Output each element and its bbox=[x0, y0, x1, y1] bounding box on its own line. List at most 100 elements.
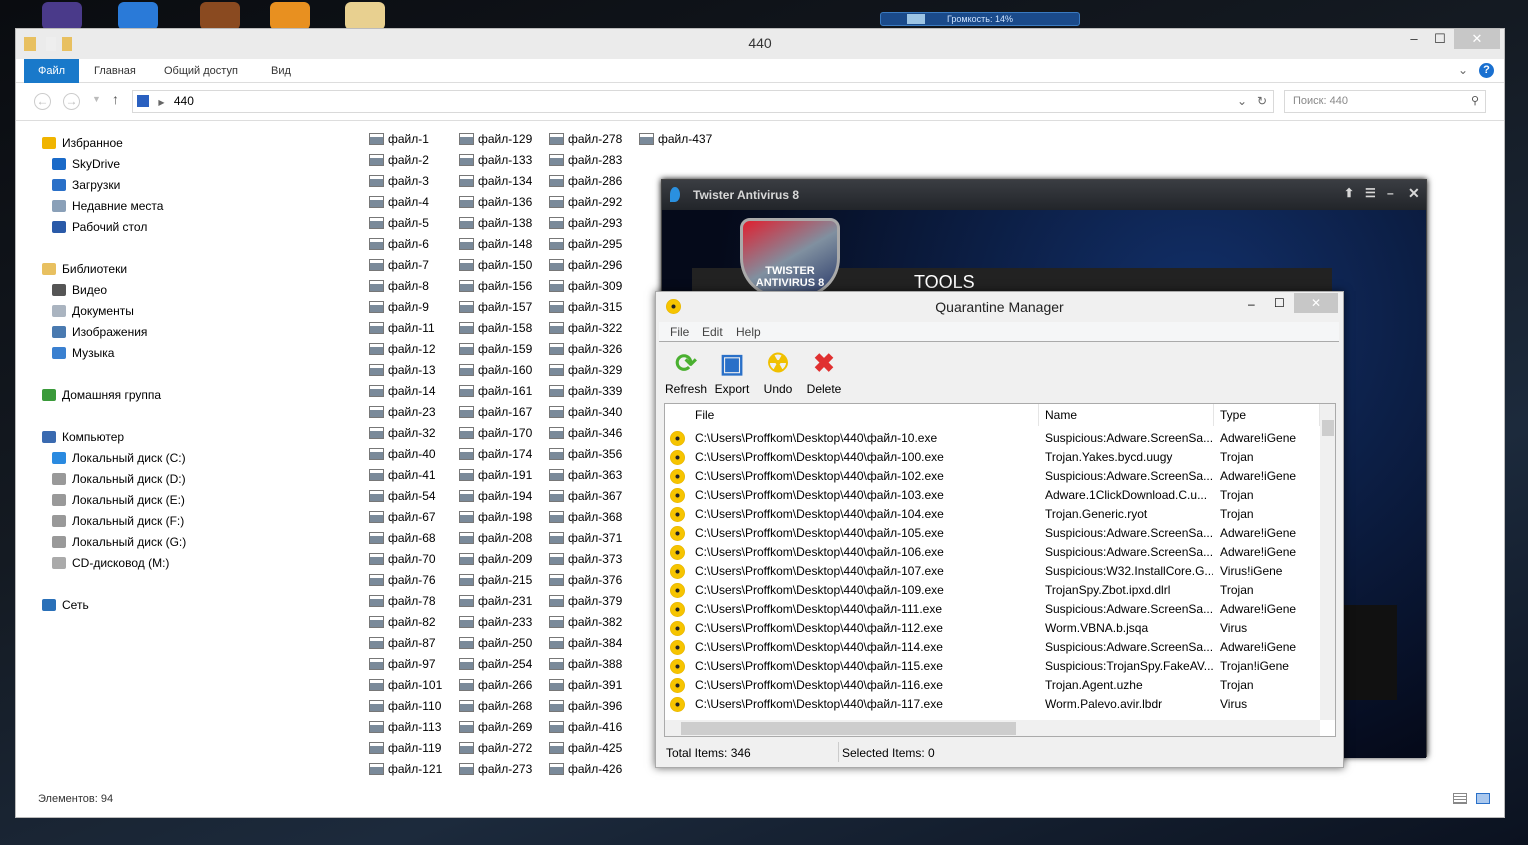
table-row[interactable]: C:\Users\Proffkom\Desktop\440\файл-112.e… bbox=[665, 619, 1320, 638]
file-item[interactable]: файл-3 bbox=[369, 171, 429, 191]
file-item[interactable]: файл-363 bbox=[549, 465, 622, 485]
file-item[interactable]: файл-209 bbox=[459, 549, 532, 569]
file-item[interactable]: файл-148 bbox=[459, 234, 532, 254]
file-item[interactable]: файл-133 bbox=[459, 150, 532, 170]
table-row[interactable]: C:\Users\Proffkom\Desktop\440\файл-105.e… bbox=[665, 524, 1320, 543]
file-item[interactable]: файл-41 bbox=[369, 465, 436, 485]
file-item[interactable]: файл-174 bbox=[459, 444, 532, 464]
file-item[interactable]: файл-379 bbox=[549, 591, 622, 611]
file-item[interactable]: файл-233 bbox=[459, 612, 532, 632]
file-item[interactable]: файл-194 bbox=[459, 486, 532, 506]
file-item[interactable]: файл-167 bbox=[459, 402, 532, 422]
file-item[interactable]: файл-292 bbox=[549, 192, 622, 212]
desktop-app-icon[interactable] bbox=[270, 2, 310, 30]
file-item[interactable]: файл-12 bbox=[369, 339, 436, 359]
file-item[interactable]: файл-339 bbox=[549, 381, 622, 401]
file-item[interactable]: файл-396 bbox=[549, 696, 622, 716]
maximize-button[interactable]: ☐ bbox=[1274, 296, 1285, 310]
table-row[interactable]: C:\Users\Proffkom\Desktop\440\файл-10.ex… bbox=[665, 429, 1320, 448]
menu-edit[interactable]: Edit bbox=[702, 325, 723, 339]
close-button[interactable]: ✕ bbox=[1294, 293, 1338, 313]
file-item[interactable]: файл-254 bbox=[459, 654, 532, 674]
table-row[interactable]: C:\Users\Proffkom\Desktop\440\файл-115.e… bbox=[665, 657, 1320, 676]
table-row[interactable]: C:\Users\Proffkom\Desktop\440\файл-111.e… bbox=[665, 600, 1320, 619]
file-item[interactable]: файл-266 bbox=[459, 675, 532, 695]
close-button[interactable]: ✕ bbox=[1408, 185, 1420, 202]
file-item[interactable]: файл-8 bbox=[369, 276, 429, 296]
file-item[interactable]: файл-70 bbox=[369, 549, 436, 569]
file-item[interactable]: файл-159 bbox=[459, 339, 532, 359]
menu-file[interactable]: File bbox=[670, 325, 689, 339]
file-item[interactable]: файл-97 bbox=[369, 654, 436, 674]
file-item[interactable]: файл-329 bbox=[549, 360, 622, 380]
file-item[interactable]: файл-101 bbox=[369, 675, 442, 695]
file-item[interactable]: файл-326 bbox=[549, 339, 622, 359]
file-item[interactable]: файл-283 bbox=[549, 150, 622, 170]
file-item[interactable]: файл-322 bbox=[549, 318, 622, 338]
file-item[interactable]: файл-426 bbox=[549, 759, 622, 779]
table-row[interactable]: C:\Users\Proffkom\Desktop\440\файл-114.e… bbox=[665, 638, 1320, 657]
file-item[interactable]: файл-136 bbox=[459, 192, 532, 212]
file-item[interactable]: файл-293 bbox=[549, 213, 622, 233]
desktop-folder-icon[interactable] bbox=[345, 2, 385, 30]
file-item[interactable]: файл-158 bbox=[459, 318, 532, 338]
file-item[interactable]: файл-416 bbox=[549, 717, 622, 737]
file-item[interactable]: файл-160 bbox=[459, 360, 532, 380]
file-item[interactable]: файл-367 bbox=[549, 486, 622, 506]
file-item[interactable]: файл-87 bbox=[369, 633, 436, 653]
file-item[interactable]: файл-250 bbox=[459, 633, 532, 653]
table-row[interactable]: C:\Users\Proffkom\Desktop\440\файл-117.e… bbox=[665, 695, 1320, 714]
details-view-icon[interactable] bbox=[1453, 793, 1467, 804]
vertical-scrollbar[interactable] bbox=[1320, 404, 1335, 720]
file-item[interactable]: файл-121 bbox=[369, 759, 442, 779]
table-row[interactable]: C:\Users\Proffkom\Desktop\440\файл-102.e… bbox=[665, 467, 1320, 486]
file-item[interactable]: файл-82 bbox=[369, 612, 436, 632]
file-item[interactable]: файл-278 bbox=[549, 129, 622, 149]
file-item[interactable]: файл-23 bbox=[369, 402, 436, 422]
file-item[interactable]: файл-268 bbox=[459, 696, 532, 716]
file-item[interactable]: файл-272 bbox=[459, 738, 532, 758]
file-item[interactable]: файл-215 bbox=[459, 570, 532, 590]
file-item[interactable]: файл-7 bbox=[369, 255, 429, 275]
column-header-type[interactable]: Type bbox=[1214, 404, 1320, 426]
file-item[interactable]: файл-296 bbox=[549, 255, 622, 275]
file-item[interactable]: файл-346 bbox=[549, 423, 622, 443]
desktop-app-icon[interactable] bbox=[42, 2, 82, 30]
file-item[interactable]: файл-382 bbox=[549, 612, 622, 632]
file-item[interactable]: файл-368 bbox=[549, 507, 622, 527]
desktop-app-icon[interactable] bbox=[118, 2, 158, 30]
file-item[interactable]: файл-134 bbox=[459, 171, 532, 191]
minimize-button[interactable]: ‒ bbox=[1248, 297, 1255, 311]
file-item[interactable]: файл-40 bbox=[369, 444, 436, 464]
file-item[interactable]: файл-157 bbox=[459, 297, 532, 317]
file-item[interactable]: файл-198 bbox=[459, 507, 532, 527]
file-item[interactable]: файл-356 bbox=[549, 444, 622, 464]
file-item[interactable]: файл-1 bbox=[369, 129, 429, 149]
file-item[interactable]: файл-129 bbox=[459, 129, 532, 149]
file-item[interactable]: файл-295 bbox=[549, 234, 622, 254]
desktop-app-icon[interactable] bbox=[200, 2, 240, 30]
file-item[interactable]: файл-67 bbox=[369, 507, 436, 527]
file-item[interactable]: файл-6 bbox=[369, 234, 429, 254]
file-item[interactable]: файл-373 bbox=[549, 549, 622, 569]
file-item[interactable]: файл-32 bbox=[369, 423, 436, 443]
file-item[interactable]: файл-388 bbox=[549, 654, 622, 674]
file-item[interactable]: файл-170 bbox=[459, 423, 532, 443]
menu-icon[interactable]: ☰ bbox=[1365, 186, 1376, 200]
delete-button[interactable]: ✖ Delete bbox=[801, 348, 847, 397]
file-item[interactable]: файл-340 bbox=[549, 402, 622, 422]
file-item[interactable]: файл-286 bbox=[549, 171, 622, 191]
file-item[interactable]: файл-68 bbox=[369, 528, 436, 548]
menu-help[interactable]: Help bbox=[736, 325, 761, 339]
file-item[interactable]: файл-437 bbox=[639, 129, 712, 149]
file-item[interactable]: файл-54 bbox=[369, 486, 436, 506]
file-item[interactable]: файл-273 bbox=[459, 759, 532, 779]
table-row[interactable]: C:\Users\Proffkom\Desktop\440\файл-100.e… bbox=[665, 448, 1320, 467]
pin-icon[interactable]: ⬆ bbox=[1344, 186, 1354, 200]
horizontal-scrollbar[interactable] bbox=[665, 720, 1320, 736]
file-item[interactable]: файл-110 bbox=[369, 696, 441, 716]
refresh-button[interactable]: ⟳ Refresh bbox=[663, 348, 709, 397]
file-item[interactable]: файл-13 bbox=[369, 360, 436, 380]
file-item[interactable]: файл-161 bbox=[459, 381, 532, 401]
file-item[interactable]: файл-391 bbox=[549, 675, 622, 695]
